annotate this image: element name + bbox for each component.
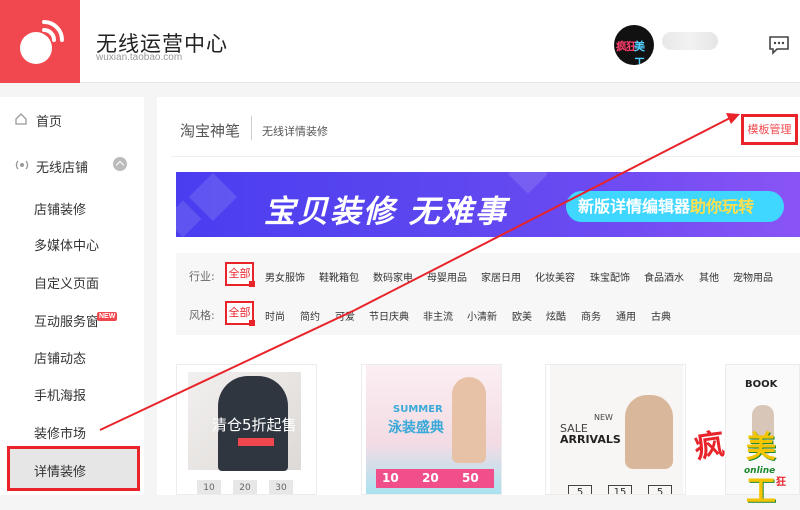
style-option[interactable]: 古典 <box>651 308 671 323</box>
decor-cube <box>508 172 548 194</box>
industry-option[interactable]: 宠物用品 <box>733 269 773 284</box>
style-option[interactable]: 通用 <box>616 308 636 323</box>
sidebar-item-mobile-poster[interactable]: 手机海报 <box>0 375 144 411</box>
style-filter-all[interactable]: 全部 <box>225 301 255 326</box>
avatar[interactable]: 疯狂 美工 <box>614 25 654 65</box>
template-thumbnail: SUMMER 泳装盛典 10 20 50 <box>366 365 501 494</box>
sidebar-item-label: 店铺动态 <box>34 352 87 367</box>
breadcrumb-title: 淘宝神笔 <box>180 122 241 140</box>
watermark-text: online <box>744 466 776 476</box>
template-thumbnail: SALE NEW ARRIVALS 5 15 5 <box>550 365 683 494</box>
price-tag: 20 <box>422 471 439 485</box>
thumbnail-title: ARRIVALS <box>560 433 621 446</box>
style-option[interactable]: 欧美 <box>512 308 532 323</box>
highlight-box-active-item <box>7 446 140 491</box>
banner-pill-text: 新版详情编辑器 <box>578 197 691 216</box>
industry-filter-label: 行业: <box>189 270 215 283</box>
watermark-text: 疯 <box>692 427 727 466</box>
template-card[interactable]: SUMMER 泳装盛典 10 20 50 <box>361 364 502 495</box>
thumbnail-text: NEW <box>594 413 613 422</box>
price-tag: 10 <box>197 480 221 494</box>
new-badge: NEW <box>97 312 118 321</box>
number-box: 5 <box>568 485 592 494</box>
sidebar-item-home[interactable]: 首页 <box>0 101 144 137</box>
sidebar-item-label: 首页 <box>36 115 63 130</box>
style-option[interactable]: 非主流 <box>423 308 453 323</box>
thumbnail-text: 清仓5折起售 <box>212 416 297 434</box>
home-icon <box>15 113 27 125</box>
number-box: 15 <box>608 485 632 494</box>
breadcrumb-subtitle: 无线详情装修 <box>262 125 328 138</box>
banner-headline: 宝贝装修 无难事 <box>264 194 508 230</box>
style-option[interactable]: 简约 <box>300 308 320 323</box>
sidebar-item-decoration-market[interactable]: 装修市场 <box>0 413 144 449</box>
industry-option[interactable]: 化妆美容 <box>535 269 575 284</box>
site-url: wuxian.taobao.com <box>96 52 183 63</box>
logo[interactable] <box>0 0 80 83</box>
industry-filter-all[interactable]: 全部 <box>225 262 255 287</box>
template-thumbnail: 清仓5折起售 <box>188 372 301 471</box>
thumbnail-title: 泳装盛典 <box>388 420 444 436</box>
industry-option[interactable]: 其他 <box>699 269 719 284</box>
sidebar-item-custom-page[interactable]: 自定义页面 <box>0 263 144 299</box>
avatar-text-2: 美工 <box>634 40 645 65</box>
price-tag: 10 <box>382 471 399 485</box>
sidebar-item-label: 无线店铺 <box>36 161 89 176</box>
sidebar-item-store-updates[interactable]: 店铺动态 <box>0 338 144 374</box>
model-figure <box>452 377 486 463</box>
banner-pill-highlight: 助你玩转 <box>690 197 755 216</box>
industry-option[interactable]: 母婴用品 <box>427 269 467 284</box>
avatar-text: 疯狂 <box>616 40 637 53</box>
industry-option[interactable]: 家居日用 <box>481 269 521 284</box>
banner-pill: 新版详情编辑器助你玩转 <box>566 191 784 222</box>
price-tag: 20 <box>233 480 257 494</box>
message-icon[interactable] <box>768 35 790 55</box>
promo-banner[interactable]: 宝贝装修 无难事 新版详情编辑器助你玩转 <box>176 172 800 237</box>
thumbnail-text: BOOK <box>745 379 778 390</box>
sidebar-item-label: 店铺装修 <box>34 203 87 218</box>
style-option[interactable]: 商务 <box>581 308 601 323</box>
style-option[interactable]: 小清新 <box>467 308 497 323</box>
industry-option[interactable]: 食品酒水 <box>644 269 684 284</box>
industry-option[interactable]: 数码家电 <box>373 269 413 284</box>
sidebar: 首页 无线店铺 店铺装修 多媒体中心 自定义页面 互动服务窗 NEW 店铺动态 … <box>0 97 144 495</box>
model-figure <box>625 395 673 469</box>
price-tag: 50 <box>462 471 479 485</box>
style-option[interactable]: 炫酷 <box>546 308 566 323</box>
wireless-icon <box>15 160 29 170</box>
sidebar-item-service-window[interactable]: 互动服务窗 NEW <box>0 301 144 337</box>
thumbnail-decor <box>238 438 274 446</box>
number-box: 5 <box>648 485 672 494</box>
sidebar-item-label: 装修市场 <box>34 427 87 442</box>
watermark-text: 狂 <box>776 477 786 488</box>
sidebar-item-label: 互动服务窗 <box>34 315 100 330</box>
collapse-toggle-icon[interactable] <box>113 157 127 171</box>
template-card[interactable]: SALE NEW ARRIVALS 5 15 5 <box>545 364 686 495</box>
logo-icon <box>20 20 64 64</box>
industry-option[interactable]: 男女服饰 <box>265 269 305 284</box>
thumbnail-text: SUMMER <box>393 404 443 415</box>
breadcrumb-divider <box>251 116 252 140</box>
style-filter-label: 风格: <box>189 309 215 322</box>
sidebar-item-label: 多媒体中心 <box>34 239 100 254</box>
industry-option[interactable]: 珠宝配饰 <box>590 269 630 284</box>
style-option[interactable]: 可爱 <box>335 308 355 323</box>
sidebar-item-label: 手机海报 <box>34 389 87 404</box>
sidebar-item-label: 自定义页面 <box>34 277 100 292</box>
sidebar-item-wireless-store[interactable]: 无线店铺 <box>0 147 144 183</box>
header-divider <box>171 156 800 157</box>
template-card[interactable]: 清仓5折起售 10 20 30 <box>176 364 317 495</box>
style-option[interactable]: 时尚 <box>265 308 285 323</box>
industry-option[interactable]: 鞋靴箱包 <box>319 269 359 284</box>
top-header: 无线运营中心 wuxian.taobao.com 疯狂 美工 <box>0 0 800 83</box>
template-manage-button[interactable]: 模板管理 <box>741 114 798 145</box>
price-tag: 30 <box>269 480 293 494</box>
username-blurred[interactable] <box>662 32 718 50</box>
watermark-logo: 疯 美工 online 狂 <box>690 418 800 509</box>
sidebar-item-media-center[interactable]: 多媒体中心 <box>0 225 144 261</box>
style-option[interactable]: 节日庆典 <box>369 308 409 323</box>
sidebar-item-store-decoration[interactable]: 店铺装修 <box>0 189 144 225</box>
